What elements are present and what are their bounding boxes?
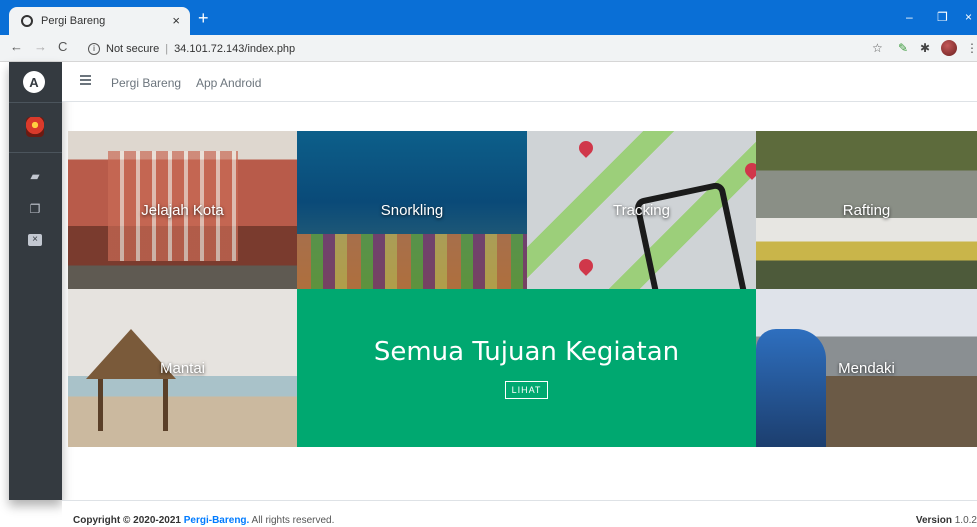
- address-bar: ← → C i Not secure | 34.101.72.143/index…: [0, 35, 977, 62]
- hamburger-menu-icon[interactable]: [80, 75, 91, 85]
- tile-mantai[interactable]: Mantai: [68, 289, 297, 447]
- version-label: Version: [915, 515, 952, 526]
- copyright-suffix: All rights reserved.: [249, 515, 335, 526]
- brand-link[interactable]: Pergi-Bareng.: [184, 515, 250, 526]
- tile-snorkling[interactable]: Snorkling: [297, 131, 527, 289]
- star-icon[interactable]: ☆: [872, 41, 883, 55]
- tile-label: Mendaki: [838, 359, 895, 377]
- url-field[interactable]: i Not secure | 34.101.72.143/index.php: [88, 38, 858, 59]
- tile-jelajah-kota[interactable]: Jelajah Kota: [68, 131, 297, 289]
- new-tab-button[interactable]: +: [198, 9, 209, 27]
- window-close-button[interactable]: ×: [965, 10, 972, 24]
- tile-mendaki[interactable]: Mendaki: [756, 289, 977, 447]
- url-separator: |: [165, 42, 169, 55]
- url-text: 34.101.72.143/index.php: [174, 42, 296, 55]
- version-text: Version 1.0.2: [916, 515, 977, 526]
- puzzle-icon[interactable]: ✱: [920, 41, 930, 55]
- reload-icon[interactable]: C: [58, 39, 67, 54]
- map-pin-icon: [576, 256, 596, 276]
- menu-dots-icon[interactable]: ⋮: [966, 41, 977, 55]
- copy-icon[interactable]: ❐: [28, 203, 42, 215]
- car-icon[interactable]: ▰: [28, 170, 42, 182]
- semua-tujuan-title: Semua Tujuan Kegiatan: [373, 337, 680, 367]
- app-logo[interactable]: A: [23, 71, 45, 93]
- tile-label: Rafting: [842, 201, 891, 219]
- sidebar-divider: [9, 152, 62, 153]
- tile-label: Mantai: [159, 359, 206, 377]
- browser-tab[interactable]: Pergi Bareng ×: [9, 7, 190, 35]
- close-square-icon[interactable]: ×: [28, 234, 42, 246]
- version-value: 1.0.2: [954, 515, 977, 526]
- map-pin-icon: [742, 160, 756, 180]
- copyright-prefix: Copyright © 2020-2021: [73, 515, 184, 526]
- tab-close-button[interactable]: ×: [172, 13, 180, 28]
- sidebar-divider: [9, 102, 62, 103]
- lihat-button[interactable]: LIHAT: [504, 381, 549, 399]
- copyright-text: Copyright © 2020-2021 Pergi-Bareng. All …: [73, 515, 334, 526]
- nav-link-app-android[interactable]: App Android: [196, 76, 261, 90]
- tile-label: Jelajah Kota: [141, 201, 224, 219]
- back-arrow-icon[interactable]: ←: [10, 39, 23, 54]
- tile-label: Tracking: [613, 201, 670, 219]
- security-label: Not secure: [106, 42, 160, 55]
- footer: Copyright © 2020-2021 Pergi-Bareng. All …: [62, 500, 977, 527]
- globe-icon: [21, 15, 33, 27]
- tile-rafting[interactable]: Rafting: [756, 131, 977, 289]
- extension-leaf-icon[interactable]: ✎: [898, 41, 908, 55]
- map-pin-icon: [576, 138, 596, 158]
- tile-label: Snorkling: [380, 201, 444, 219]
- user-avatar[interactable]: [26, 117, 44, 137]
- minimize-button[interactable]: –: [906, 10, 913, 24]
- top-navbar: Pergi Bareng App Android: [62, 62, 977, 102]
- activity-grid: Jelajah Kota Snorkling Tracking Rafting …: [68, 131, 977, 447]
- tab-title: Pergi Bareng: [41, 15, 106, 27]
- sidebar: A ▰ ❐ ×: [9, 62, 62, 500]
- forward-arrow-icon[interactable]: →: [34, 39, 47, 54]
- nav-link-pergi-bareng[interactable]: Pergi Bareng: [111, 76, 181, 90]
- tile-tracking[interactable]: Tracking: [527, 131, 756, 289]
- restore-button[interactable]: ❐: [937, 10, 948, 24]
- tile-semua-tujuan: Semua Tujuan Kegiatan LIHAT: [297, 289, 756, 447]
- browser-tabbar: Pergi Bareng × + – ❐ ×: [0, 0, 977, 35]
- info-icon[interactable]: i: [88, 42, 100, 55]
- profile-avatar[interactable]: [941, 40, 957, 56]
